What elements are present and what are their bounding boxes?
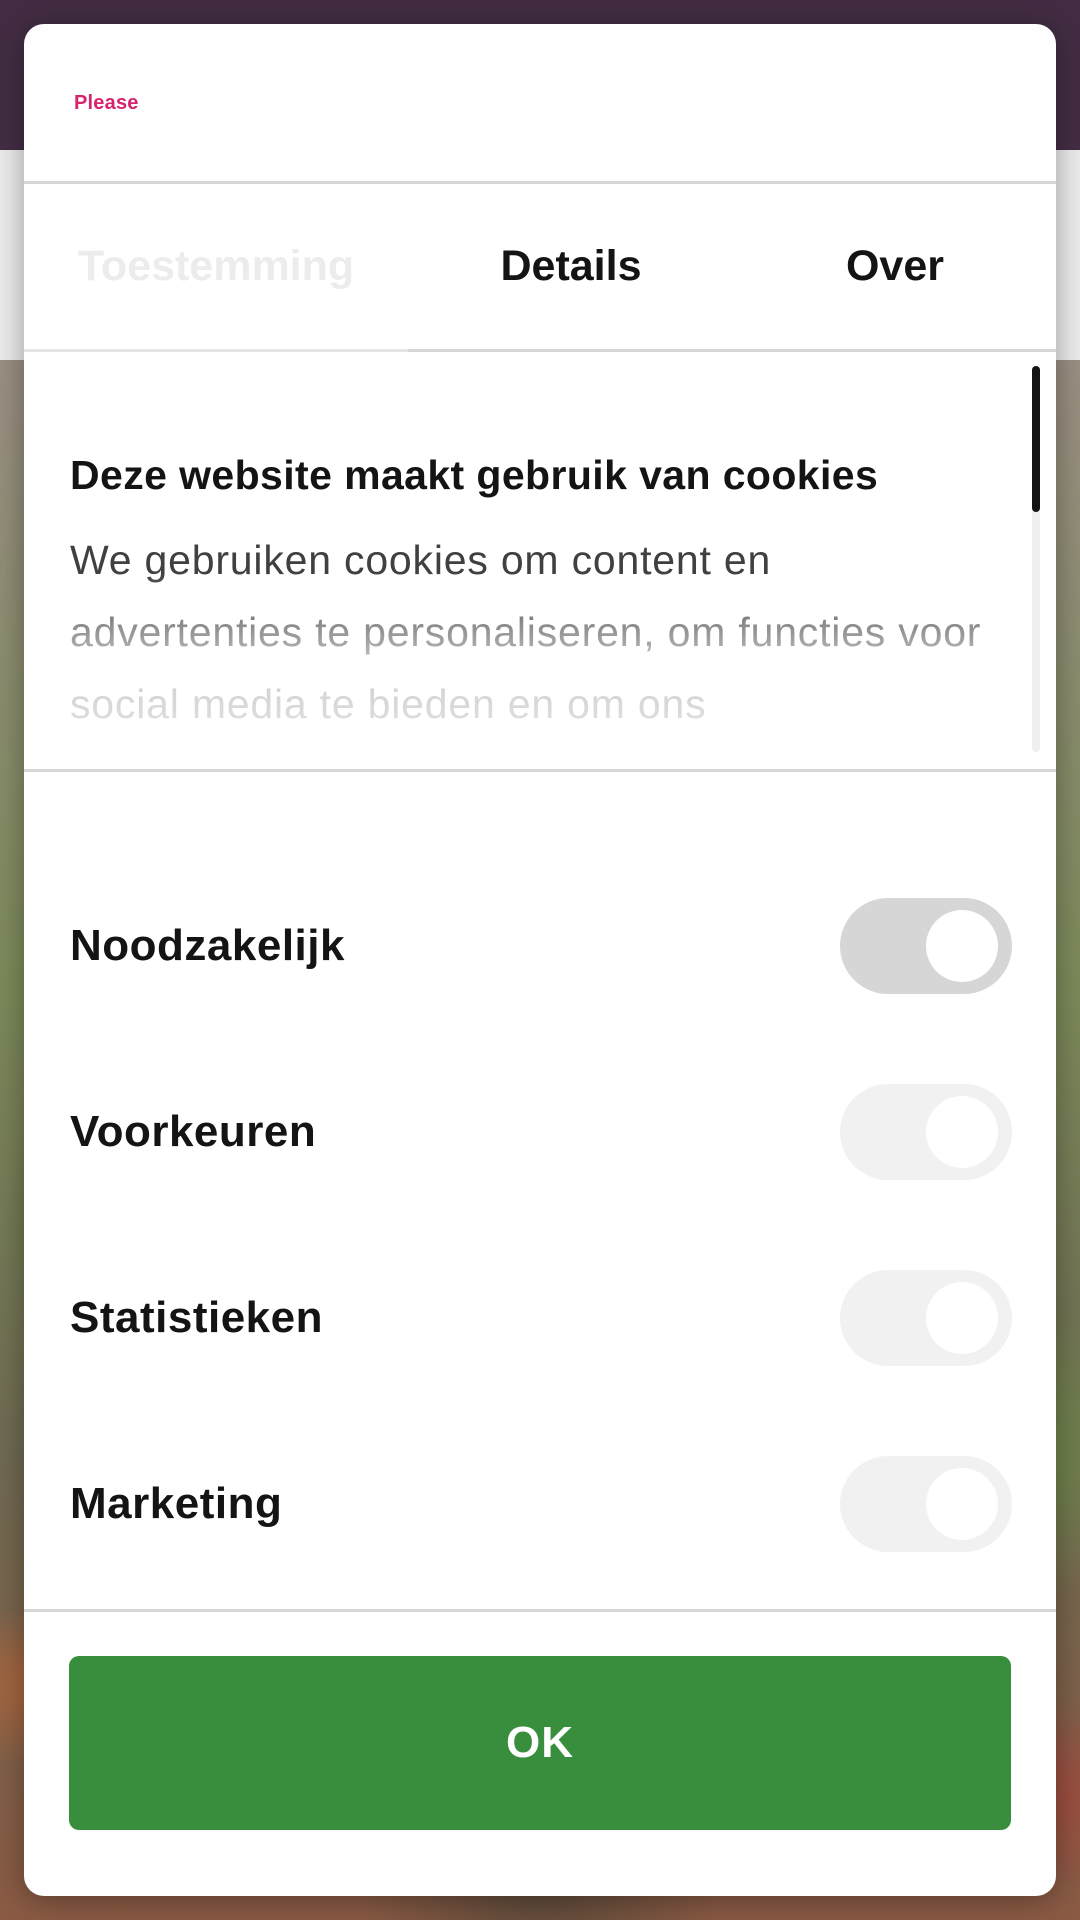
toggle-voorkeuren-switch[interactable] bbox=[840, 1084, 1012, 1180]
toggle-marketing-switch[interactable] bbox=[840, 1456, 1012, 1552]
cookie-consent-dialog: Please Toestemming Details Over Deze web… bbox=[24, 24, 1056, 1896]
toggle-knob bbox=[926, 910, 998, 982]
scrollbar-thumb[interactable] bbox=[1032, 366, 1040, 512]
dialog-tabs: Toestemming Details Over bbox=[24, 184, 1056, 352]
category-toggles: Noodzakelijk Voorkeuren Statistieken Mar… bbox=[24, 772, 1056, 1612]
toggle-row-marketing: Marketing bbox=[70, 1454, 1012, 1554]
toggle-row-voorkeuren: Voorkeuren bbox=[70, 1082, 1012, 1182]
consent-title: Deze website maakt gebruik van cookies bbox=[70, 452, 879, 498]
toggle-row-statistieken: Statistieken bbox=[70, 1268, 1012, 1368]
tab-details[interactable]: Details bbox=[408, 184, 734, 349]
dialog-header: Please bbox=[24, 24, 1056, 184]
consent-body: We gebruiken cookies om content en adver… bbox=[70, 537, 982, 727]
toggle-row-noodzakelijk: Noodzakelijk bbox=[70, 896, 1012, 996]
toggle-label: Marketing bbox=[70, 1479, 283, 1528]
toggle-knob bbox=[926, 1282, 998, 1354]
toggle-knob bbox=[926, 1468, 998, 1540]
tab-toestemming[interactable]: Toestemming bbox=[24, 184, 408, 352]
ok-button[interactable]: OK bbox=[69, 1656, 1011, 1830]
toggle-label: Noodzakelijk bbox=[70, 921, 345, 970]
toggle-label: Voorkeuren bbox=[70, 1107, 317, 1156]
toggle-label: Statistieken bbox=[70, 1293, 323, 1342]
toggle-knob bbox=[926, 1096, 998, 1168]
toggle-noodzakelijk-switch[interactable] bbox=[840, 898, 1012, 994]
tab-over[interactable]: Over bbox=[734, 184, 1056, 349]
brand-logo: Please bbox=[74, 92, 139, 114]
toggle-statistieken-switch[interactable] bbox=[840, 1270, 1012, 1366]
consent-text-panel[interactable]: Deze website maakt gebruik van cookies W… bbox=[24, 352, 1056, 772]
dialog-footer: OK bbox=[24, 1612, 1056, 1892]
